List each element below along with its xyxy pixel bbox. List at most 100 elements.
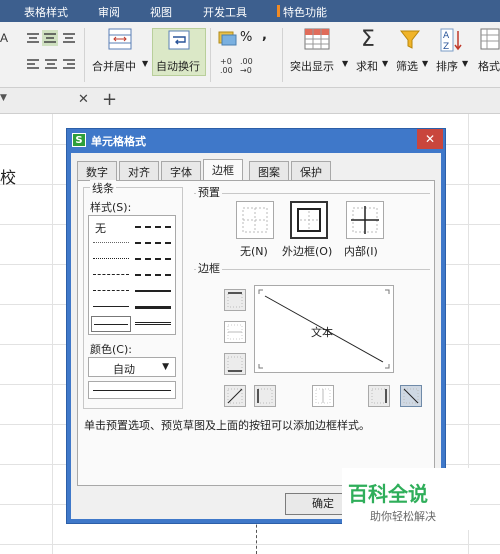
align-left-icon[interactable]: [26, 58, 40, 70]
tab-protection[interactable]: 保护: [291, 161, 331, 180]
line-style-none[interactable]: 无: [95, 220, 106, 236]
grid-line: [52, 114, 53, 554]
border-top-button[interactable]: [224, 289, 246, 311]
merge-center-icon[interactable]: [108, 28, 132, 50]
chevron-down-icon: ▼: [162, 362, 169, 372]
decrease-decimal-icon[interactable]: .00→0: [240, 56, 262, 74]
menu-bar: 表格样式 审阅 视图 开发工具 特色功能: [0, 0, 500, 22]
line-style-hair[interactable]: [93, 242, 129, 243]
dialog-body: 数字 对齐 字体 边框 图案 保护 线条 样式(S): 无 颜色(C): 自动 …: [71, 153, 441, 519]
sort-icon[interactable]: AZ: [440, 28, 462, 52]
border-top-icon: [227, 292, 243, 308]
font-a-icon[interactable]: A: [0, 30, 14, 46]
border-bottom-icon: [227, 356, 243, 372]
tab-number[interactable]: 数字: [77, 161, 117, 180]
filter-label[interactable]: 筛选: [396, 58, 418, 74]
ribbon-separator: [282, 28, 283, 82]
border-hint: 单击预置选项、预览草图及上面的按钮可以添加边框样式。: [84, 419, 370, 432]
sort-dropdown-arrow[interactable]: ▼: [462, 59, 468, 68]
preset-none-label: 无(N): [240, 245, 268, 258]
filter-icon[interactable]: [400, 30, 422, 50]
menu-view[interactable]: 视图: [150, 4, 172, 20]
line-style-medium-dash-dot-dot[interactable]: [135, 226, 171, 228]
sum-label[interactable]: 求和: [356, 58, 378, 74]
new-tab-icon[interactable]: +: [102, 89, 117, 110]
menu-review[interactable]: 审阅: [98, 4, 120, 20]
line-style-thin[interactable]: [93, 306, 129, 307]
align-center-icon[interactable]: [44, 58, 58, 70]
sort-label[interactable]: 排序: [436, 58, 458, 74]
border-inside-vertical-button[interactable]: [312, 385, 334, 407]
wps-logo-icon: S: [72, 133, 86, 147]
color-select-value: 自动: [113, 363, 135, 376]
filter-dropdown-arrow[interactable]: ▼: [422, 59, 428, 68]
line-style-thick[interactable]: [135, 306, 171, 309]
menu-table-style[interactable]: 表格样式: [24, 4, 68, 20]
feature-marker: [277, 5, 280, 17]
preset-none-icon: [242, 207, 268, 233]
line-style-list[interactable]: 无: [88, 215, 176, 335]
merge-dropdown-arrow[interactable]: ▼: [142, 59, 148, 68]
line-style-medium[interactable]: [135, 290, 171, 292]
close-tab-icon[interactable]: ✕: [78, 92, 89, 107]
tab-alignment[interactable]: 对齐: [119, 161, 159, 180]
color-sample-line: [93, 390, 171, 391]
increase-decimal-icon[interactable]: +0.00: [220, 56, 242, 74]
line-style-dash-dot-dot[interactable]: [93, 274, 129, 275]
highlight-label[interactable]: 突出显示: [290, 58, 334, 74]
format-label[interactable]: 格式: [478, 58, 500, 74]
percent-icon[interactable]: %: [240, 30, 252, 45]
dialog-title-bar[interactable]: S 单元格格式 ✕: [67, 129, 445, 151]
tab-pattern[interactable]: 图案: [249, 161, 289, 180]
line-style-slant-dash-dot[interactable]: [135, 242, 171, 244]
border-left-icon: [257, 388, 273, 404]
thousands-icon[interactable]: ,: [262, 28, 267, 43]
format-icon[interactable]: [480, 28, 500, 50]
selected-line-sample: [94, 324, 128, 325]
border-inside-horizontal-button[interactable]: [224, 321, 246, 343]
svg-text:+0: +0: [220, 57, 232, 66]
align-bottom-icon[interactable]: [62, 32, 76, 44]
preset-none-button[interactable]: [236, 201, 274, 239]
menu-developer[interactable]: 开发工具: [203, 4, 247, 20]
align-top-icon[interactable]: [26, 32, 40, 44]
color-select[interactable]: 自动 ▼: [88, 357, 176, 377]
preset-inside-label: 内部(I): [344, 245, 378, 258]
border-preview[interactable]: 文本: [254, 285, 394, 373]
line-style-dash-dot[interactable]: [93, 290, 129, 291]
preset-inside-button[interactable]: [346, 201, 384, 239]
sum-icon[interactable]: Σ: [361, 27, 375, 52]
merge-center-label[interactable]: 合并居中: [92, 58, 136, 74]
sum-dropdown-arrow[interactable]: ▼: [382, 59, 388, 68]
svg-text:Z: Z: [443, 42, 449, 52]
border-divider: [194, 269, 430, 270]
preset-group-title: 预置: [196, 184, 222, 200]
line-style-medium-dash-dot[interactable]: [135, 258, 171, 260]
preset-outline-button[interactable]: [290, 201, 328, 239]
line-style-double[interactable]: [135, 322, 171, 325]
conditional-highlight-icon[interactable]: [304, 28, 330, 50]
border-right-button[interactable]: [368, 385, 390, 407]
border-diagonal-up-button[interactable]: [224, 385, 246, 407]
wrap-text-icon[interactable]: [168, 30, 190, 50]
highlight-dropdown-arrow[interactable]: ▼: [342, 59, 348, 68]
tab-border[interactable]: 边框: [203, 159, 243, 180]
currency-icon[interactable]: [218, 30, 238, 46]
close-icon[interactable]: ✕: [417, 129, 443, 149]
tab-dropdown-arrow[interactable]: ▼: [0, 93, 7, 103]
tab-font[interactable]: 字体: [161, 161, 201, 180]
wrap-text-label[interactable]: 自动换行: [156, 58, 200, 74]
align-middle-icon[interactable]: [42, 30, 58, 46]
align-right-icon[interactable]: [62, 58, 76, 70]
border-diagonal-down-button[interactable]: [400, 385, 422, 407]
border-bottom-button[interactable]: [224, 353, 246, 375]
preset-outline-label: 外边框(O): [282, 245, 333, 258]
cell-text: 校: [0, 168, 17, 187]
preset-outline-icon: [297, 208, 321, 232]
border-left-button[interactable]: [254, 385, 276, 407]
line-style-selected[interactable]: [91, 316, 131, 332]
line-style-dotted[interactable]: [93, 258, 129, 259]
menu-features[interactable]: 特色功能: [283, 4, 327, 20]
line-style-medium-dashed[interactable]: [135, 274, 171, 276]
svg-text:→0: →0: [240, 66, 252, 74]
